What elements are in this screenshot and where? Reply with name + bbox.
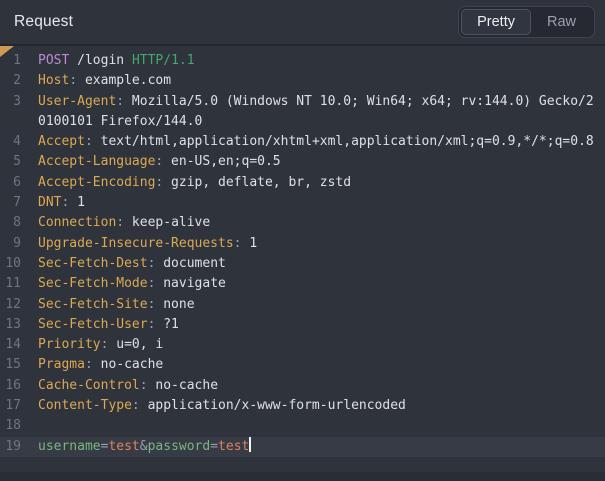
line-number: 2 (0, 71, 21, 91)
line-number: 9 (0, 234, 21, 254)
text-cursor-icon (249, 437, 251, 452)
code-line[interactable]: 1POST /login HTTP/1.1 (0, 51, 605, 71)
request-editor[interactable]: 1POST /login HTTP/1.12Host: example.com3… (0, 46, 605, 479)
line-content: username=test&password=test (38, 437, 596, 457)
line-number: 8 (0, 213, 21, 233)
line-number: 17 (0, 396, 21, 416)
line-number: 7 (0, 193, 21, 213)
line-number: 11 (0, 274, 21, 294)
corner-marker-icon (0, 46, 14, 57)
code-line[interactable]: 2 Host: example.com (0, 71, 605, 91)
line-number: 12 (0, 295, 21, 315)
view-mode-toggle: Pretty Raw (458, 6, 595, 38)
code-area: 1POST /login HTTP/1.12Host: example.com3… (0, 51, 605, 457)
line-content (38, 416, 596, 436)
line-number: 18 (0, 416, 21, 436)
request-panel-header: Request Pretty Raw (0, 0, 605, 46)
line-content: Sec-Fetch-Mode: navigate (38, 274, 596, 294)
code-line[interactable]: 4 Accept: text/html,application/xhtml+xml… (0, 132, 605, 152)
code-line[interactable]: 15 Pragma: no-cache (0, 355, 605, 375)
line-content: Sec-Fetch-Dest: document (38, 254, 596, 274)
code-line[interactable]: 19 username=test&password=test (0, 437, 605, 457)
line-content: Host: example.com (38, 71, 596, 91)
line-content: DNT: 1 (38, 193, 596, 213)
line-number: 10 (0, 254, 21, 274)
code-line[interactable]: 13 Sec-Fetch-User: ?1 (0, 315, 605, 335)
line-content: Cache-Control: no-cache (38, 376, 596, 396)
code-line[interactable]: 12 Sec-Fetch-Site: none (0, 295, 605, 315)
line-number: 4 (0, 132, 21, 152)
line-number: 19 (0, 437, 21, 457)
line-content: POST /login HTTP/1.1 (38, 51, 596, 71)
line-content: User-Agent: Mozilla/5.0 (Windows NT 10.0… (38, 92, 596, 133)
line-content: Sec-Fetch-Site: none (38, 295, 596, 315)
line-content: Priority: u=0, i (38, 335, 596, 355)
line-number: 3 (0, 92, 21, 133)
line-content: Connection: keep-alive (38, 213, 596, 233)
tab-raw[interactable]: Raw (531, 9, 592, 35)
code-line[interactable]: 8 Connection: keep-alive (0, 213, 605, 233)
line-number: 13 (0, 315, 21, 335)
line-content: Content-Type: application/x-www-form-url… (38, 396, 596, 416)
line-number: 6 (0, 173, 21, 193)
line-number: 5 (0, 152, 21, 172)
code-line[interactable]: 7 DNT: 1 (0, 193, 605, 213)
code-line[interactable]: 5 Accept-Language: en-US,en;q=0.5 (0, 152, 605, 172)
line-content: Accept-Encoding: gzip, deflate, br, zstd (38, 173, 596, 193)
line-number: 16 (0, 376, 21, 396)
code-line[interactable]: 16 Cache-Control: no-cache (0, 376, 605, 396)
line-number: 15 (0, 355, 21, 375)
code-line[interactable]: 18 (0, 416, 605, 436)
code-line[interactable]: 17 Content-Type: application/x-www-form-u… (0, 396, 605, 416)
line-number: 14 (0, 335, 21, 355)
code-line[interactable]: 6 Accept-Encoding: gzip, deflate, br, zst… (0, 173, 605, 193)
line-content: Accept-Language: en-US,en;q=0.5 (38, 152, 596, 172)
code-line[interactable]: 14 Priority: u=0, i (0, 335, 605, 355)
line-content: Accept: text/html,application/xhtml+xml,… (38, 132, 596, 152)
code-line[interactable]: 10 Sec-Fetch-Dest: document (0, 254, 605, 274)
panel-title: Request (14, 13, 73, 31)
line-content: Pragma: no-cache (38, 355, 596, 375)
tab-pretty[interactable]: Pretty (461, 9, 531, 35)
code-line[interactable]: 3 User-Agent: Mozilla/5.0 (Windows NT 10.… (0, 92, 605, 133)
line-content: Upgrade-Insecure-Requests: 1 (38, 234, 596, 254)
code-line[interactable]: 9 Upgrade-Insecure-Requests: 1 (0, 234, 605, 254)
code-line[interactable]: 11 Sec-Fetch-Mode: navigate (0, 274, 605, 294)
bottom-scrollbar-track[interactable] (0, 472, 605, 481)
line-content: Sec-Fetch-User: ?1 (38, 315, 596, 335)
